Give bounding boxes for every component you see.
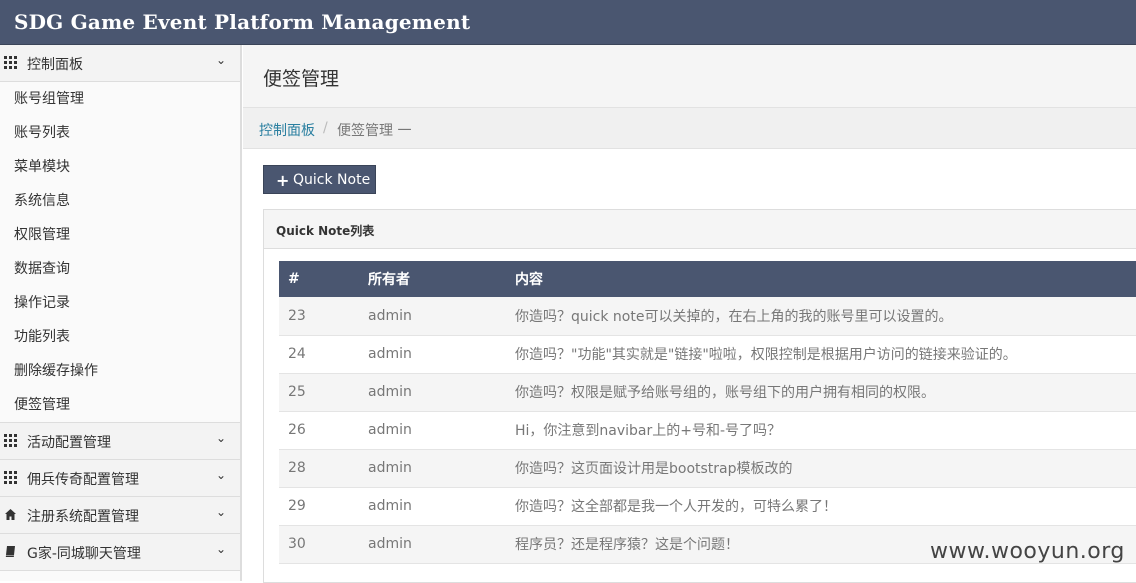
sidebar-submenu: 账号组管理 账号列表 菜单模块 系统信息 权限管理 数据查询 操作记录 功能列表…: [0, 82, 240, 423]
app-brand[interactable]: SDG Game Event Platform Management: [14, 10, 470, 34]
breadcrumb-current: 便签管理 一: [337, 123, 412, 139]
panel-header: Quick Note列表: [264, 210, 1136, 249]
sidebar-item-operation-log[interactable]: 操作记录: [0, 286, 240, 320]
cell-owner: admin: [368, 460, 412, 476]
sidebar-item-function-list[interactable]: 功能列表: [0, 320, 240, 354]
sidebar-item-permissions[interactable]: 权限管理: [0, 218, 240, 252]
grid-icon: [4, 434, 17, 447]
sidebar-group-label: 控制面板: [27, 57, 83, 73]
grid-icon: [4, 471, 17, 484]
sidebar-item-menu-modules[interactable]: 菜单模块: [0, 150, 240, 184]
sidebar-group-label: G家-同城聊天管理: [27, 546, 141, 562]
main-content: 便签管理 控制面板 / 便签管理 一 + Quick Note Quick No…: [243, 45, 1136, 583]
cell-owner: admin: [368, 422, 412, 438]
table-row[interactable]: 25 admin 你造吗？权限是赋予给账号组的，账号组下的用户拥有相同的权限。: [279, 373, 1136, 411]
sidebar-item-clear-cache[interactable]: 删除缓存操作: [0, 354, 240, 388]
watermark-text: www.wooyun.org: [930, 539, 1125, 564]
sidebar-group-mercenary[interactable]: 佣兵传奇配置管理 ⌄: [0, 460, 240, 497]
book-icon: [4, 545, 17, 558]
column-header-id[interactable]: #: [279, 261, 368, 297]
column-header-content[interactable]: 内容: [515, 261, 1136, 297]
cell-content: 你造吗？这页面设计用是bootstrap模板改的: [515, 461, 793, 477]
cell-id: 30: [288, 536, 306, 552]
chevron-down-icon: ⌄: [215, 53, 226, 67]
page-header: 便签管理: [243, 45, 1136, 108]
chevron-down-icon: ⌄: [215, 431, 226, 445]
quick-note-panel: Quick Note列表 # 所有者 内容 23 admin 你造吗？quick…: [263, 209, 1136, 583]
table-header-row: # 所有者 内容: [279, 261, 1136, 297]
cell-owner: admin: [368, 346, 412, 362]
cell-owner: admin: [368, 536, 412, 552]
quick-note-table: # 所有者 内容 23 admin 你造吗？quick note可以关掉的，在右…: [279, 261, 1136, 564]
sidebar-item-system-info[interactable]: 系统信息: [0, 184, 240, 218]
top-navbar: SDG Game Event Platform Management: [0, 0, 1136, 45]
breadcrumb-separator: /: [323, 120, 328, 136]
sidebar-group-events[interactable]: 活动配置管理 ⌄: [0, 423, 240, 460]
sidebar-group-label: 活动配置管理: [27, 435, 111, 451]
chevron-down-icon: ⌄: [215, 468, 226, 482]
sidebar-item-quick-notes[interactable]: 便签管理: [0, 388, 240, 423]
cell-id: 25: [288, 384, 306, 400]
cell-id: 23: [288, 307, 306, 324]
cell-id: 28: [288, 460, 306, 476]
breadcrumb-home-link[interactable]: 控制面板: [259, 120, 315, 140]
sidebar-group-label: 佣兵传奇配置管理: [27, 472, 139, 488]
cell-content: 你造吗？"功能"其实就是"链接"啦啦，权限控制是根据用户访问的链接来验证的。: [515, 347, 1017, 363]
home-icon: [4, 508, 17, 521]
button-label: Quick Note: [293, 172, 371, 188]
cell-content: 你造吗？quick note可以关掉的，在右上角的我的账号里可以设置的。: [515, 308, 953, 325]
cell-id: 26: [288, 422, 306, 438]
table-row[interactable]: 29 admin 你造吗？这全部都是我一个人开发的，可特么累了！: [279, 487, 1136, 525]
sidebar-item-account-groups[interactable]: 账号组管理: [0, 82, 240, 116]
chevron-down-icon: ⌄: [215, 542, 226, 556]
cell-id: 24: [288, 346, 306, 362]
table-row[interactable]: 24 admin 你造吗？"功能"其实就是"链接"啦啦，权限控制是根据用户访问的…: [279, 335, 1136, 373]
sidebar-item-data-query[interactable]: 数据查询: [0, 252, 240, 286]
sidebar: 控制面板 ⌄ 账号组管理 账号列表 菜单模块 系统信息 权限管理 数据查询 操作…: [0, 45, 242, 581]
table-row[interactable]: 28 admin 你造吗？这页面设计用是bootstrap模板改的: [279, 449, 1136, 487]
sidebar-group-registration[interactable]: 注册系统配置管理 ⌄: [0, 497, 240, 534]
column-header-owner[interactable]: 所有者: [368, 261, 515, 297]
panel-title: Quick Note列表: [276, 224, 375, 238]
grid-icon: [4, 56, 17, 69]
plus-icon: +: [276, 171, 290, 190]
sidebar-group-label: 注册系统配置管理: [27, 509, 139, 525]
table-row[interactable]: 26 admin Hi，你注意到navibar上的+号和-号了吗？: [279, 411, 1136, 449]
cell-owner: admin: [368, 498, 412, 514]
sidebar-group-control-panel[interactable]: 控制面板 ⌄: [0, 45, 240, 82]
add-quick-note-button[interactable]: + Quick Note: [263, 165, 376, 194]
sidebar-item-account-list[interactable]: 账号列表: [0, 116, 240, 150]
cell-owner: admin: [368, 307, 412, 324]
sidebar-group-chat[interactable]: G家-同城聊天管理 ⌄: [0, 534, 240, 571]
cell-content: 你造吗？这全部都是我一个人开发的，可特么累了！: [515, 499, 837, 515]
page-title: 便签管理: [263, 68, 340, 90]
breadcrumb: 控制面板 / 便签管理 一: [243, 108, 1136, 149]
cell-owner: admin: [368, 384, 412, 400]
chevron-down-icon: ⌄: [215, 505, 226, 519]
table-row[interactable]: 23 admin 你造吗？quick note可以关掉的，在右上角的我的账号里可…: [279, 297, 1136, 335]
cell-content: Hi，你注意到navibar上的+号和-号了吗？: [515, 423, 782, 439]
cell-id: 29: [288, 498, 306, 514]
cell-content: 你造吗？权限是赋予给账号组的，账号组下的用户拥有相同的权限。: [515, 385, 935, 401]
